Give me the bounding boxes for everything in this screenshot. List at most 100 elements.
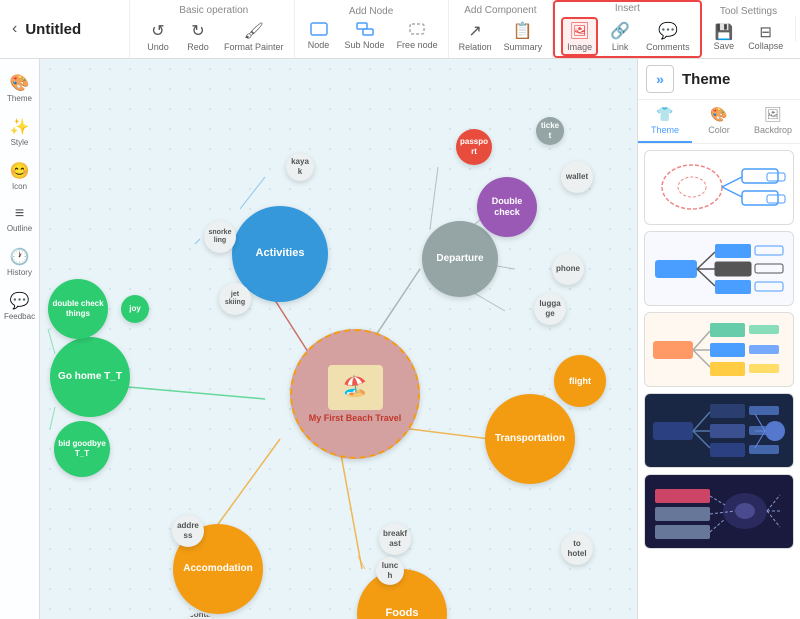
node-phone[interactable]: phone — [552, 253, 584, 285]
summary-button[interactable]: 📋 Summary — [500, 19, 547, 54]
node-kayak[interactable]: kayak — [286, 153, 314, 181]
node-contactnumber[interactable]: contact number — [184, 613, 216, 619]
sidebar-item-theme[interactable]: 🎨 Theme — [0, 67, 39, 109]
theme-thumbnail-5[interactable] — [644, 474, 794, 549]
collapse-icon: ⊟ — [759, 23, 772, 41]
theme-thumbnails — [638, 144, 800, 619]
toolbar-group-basic: Basic operation ↺ Undo ↻ Redo 🖌 Format P… — [134, 0, 295, 58]
relation-label: Relation — [459, 42, 492, 52]
sidebar-item-outline[interactable]: ≡ Outline — [0, 199, 39, 239]
node-lunch[interactable]: lunch — [376, 557, 404, 585]
sidebar-item-feedback[interactable]: 💬 Feedbac — [0, 285, 39, 327]
theme-thumbnail-1[interactable] — [644, 150, 794, 225]
node-jetskiing[interactable]: jet skiing — [219, 283, 251, 315]
node-gohome[interactable]: Go home T_T — [50, 337, 130, 417]
image-button[interactable]: 🖼 Image — [561, 17, 598, 56]
format-painter-button[interactable]: 🖌 Format Painter — [220, 19, 288, 54]
comments-label: Comments — [646, 42, 690, 52]
sidebar-theme-label: Theme — [7, 94, 32, 103]
addnode-items: Node Sub Node Free node — [301, 20, 442, 52]
relation-button[interactable]: ↗ Relation — [455, 19, 496, 54]
theme-panel-top: » Theme — [638, 59, 800, 100]
node-icon — [310, 22, 328, 39]
node-button[interactable]: Node — [301, 20, 337, 52]
expand-chevron-icon: » — [656, 71, 664, 87]
redo-button[interactable]: ↻ Redo — [180, 19, 216, 54]
node-snorkeling[interactable]: snorkeling — [204, 221, 236, 253]
subnode-icon — [356, 22, 374, 39]
tab-backdrop[interactable]: 🖼 Backdrop — [746, 100, 800, 143]
sidebar-outline-label: Outline — [7, 224, 32, 233]
panel-expand-button[interactable]: » — [646, 65, 674, 93]
format-painter-icon: 🖌 — [244, 21, 264, 41]
node-tohotel[interactable]: to hotel — [561, 533, 593, 565]
canvas-area[interactable]: 🎨 Theme ✨ Style 😊 Icon ≡ Outline 🕐 Histo… — [0, 59, 637, 619]
undo-button[interactable]: ↺ Undo — [140, 19, 176, 54]
sidebar-icons: 🎨 Theme ✨ Style 😊 Icon ≡ Outline 🕐 Histo… — [0, 59, 40, 619]
link-label: Link — [612, 42, 629, 52]
node-badgoodbye[interactable]: bid goodbye T_T — [54, 421, 110, 477]
toolbar-group-addnode: Add Node Node Sub Node — [295, 0, 449, 58]
subnode-button[interactable]: Sub Node — [341, 20, 389, 52]
save-button[interactable]: 💾 Save — [710, 21, 739, 53]
freenode-label: Free node — [397, 40, 438, 50]
toolbar-group-addcomponent: Add Component ↗ Relation 📋 Summary — [449, 0, 554, 58]
node-breakfast[interactable]: breakfast — [379, 523, 411, 555]
sidebar-item-style[interactable]: ✨ Style — [0, 111, 39, 153]
theme-thumbnail-3[interactable] — [644, 312, 794, 387]
summary-label: Summary — [504, 42, 543, 52]
style-icon: ✨ — [10, 117, 30, 137]
feedback-icon: 💬 — [10, 291, 30, 311]
node-passport[interactable]: passport — [456, 129, 492, 165]
collapse-button[interactable]: ⊟ Collapse — [744, 21, 787, 53]
comments-button[interactable]: 💬 Comments — [642, 19, 694, 54]
sidebar-feedback-label: Feedbac — [4, 312, 35, 321]
node-ticket[interactable]: ticket — [536, 117, 564, 145]
group-label-basic: Basic operation — [179, 5, 248, 16]
group-label-addcomponent: Add Component — [464, 5, 536, 16]
link-button[interactable]: 🔗 Link — [602, 19, 638, 54]
tab-theme-icon: 👕 — [656, 106, 673, 123]
node-flight[interactable]: flight — [554, 355, 606, 407]
node-transportation[interactable]: Transportation — [485, 394, 575, 484]
share-export-area: ⇗ Share ⬇ Export — [795, 16, 800, 42]
tool-settings-items: 💾 Save ⊟ Collapse — [710, 21, 788, 53]
summary-icon: 📋 — [513, 21, 533, 41]
theme-thumbnail-2[interactable] — [644, 231, 794, 306]
node-doublecheckthings[interactable]: double check things — [48, 279, 108, 339]
freenode-button[interactable]: Free node — [393, 20, 442, 52]
tab-backdrop-icon: 🖼 — [764, 106, 782, 123]
history-icon: 🕐 — [10, 247, 30, 267]
node-doublecheck[interactable]: Double check — [477, 177, 537, 237]
tool-settings-group: Tool Settings 💾 Save ⊟ Collapse — [702, 0, 796, 58]
sidebar-item-icon[interactable]: 😊 Icon — [0, 155, 39, 197]
outline-icon: ≡ — [15, 205, 24, 223]
node-luggage[interactable]: luggage — [534, 293, 566, 325]
node-center[interactable]: 🏖️ My First Beach Travel — [290, 329, 420, 459]
node-departure[interactable]: Departure — [422, 221, 498, 297]
app-title: Untitled — [25, 21, 81, 38]
sidebar-style-label: Style — [11, 138, 29, 147]
theme-tabs: 👕 Theme 🎨 Color 🖼 Backdrop — [638, 100, 800, 144]
tab-color[interactable]: 🎨 Color — [692, 100, 746, 143]
theme-thumbnail-4[interactable] — [644, 393, 794, 468]
undo-icon: ↺ — [151, 21, 164, 41]
toolbar-group-insert: Insert 🖼 Image 🔗 Link 💬 Comments — [553, 0, 702, 58]
title-area: ‹ Untitled — [0, 0, 130, 58]
main: 🎨 Theme ✨ Style 😊 Icon ≡ Outline 🕐 Histo… — [0, 59, 800, 619]
sidebar-item-history[interactable]: 🕐 History — [0, 241, 39, 283]
image-label: Image — [567, 42, 592, 52]
tab-theme[interactable]: 👕 Theme — [638, 100, 692, 143]
node-wallet[interactable]: wallet — [561, 161, 593, 193]
save-label: Save — [714, 41, 735, 51]
basic-items: ↺ Undo ↻ Redo 🖌 Format Painter — [140, 19, 288, 54]
node-address[interactable]: address — [172, 515, 204, 547]
theme-icon: 🎨 — [10, 73, 30, 93]
addcomponent-items: ↗ Relation 📋 Summary — [455, 19, 547, 54]
sidebar-icon-label: Icon — [12, 182, 27, 191]
node-joy[interactable]: joy — [121, 295, 149, 323]
back-button[interactable]: ‹ — [12, 20, 17, 38]
tab-backdrop-label: Backdrop — [754, 125, 792, 135]
right-panel: » Theme 👕 Theme 🎨 Color 🖼 Backdrop — [637, 59, 800, 619]
icon-icon: 😊 — [10, 161, 30, 181]
